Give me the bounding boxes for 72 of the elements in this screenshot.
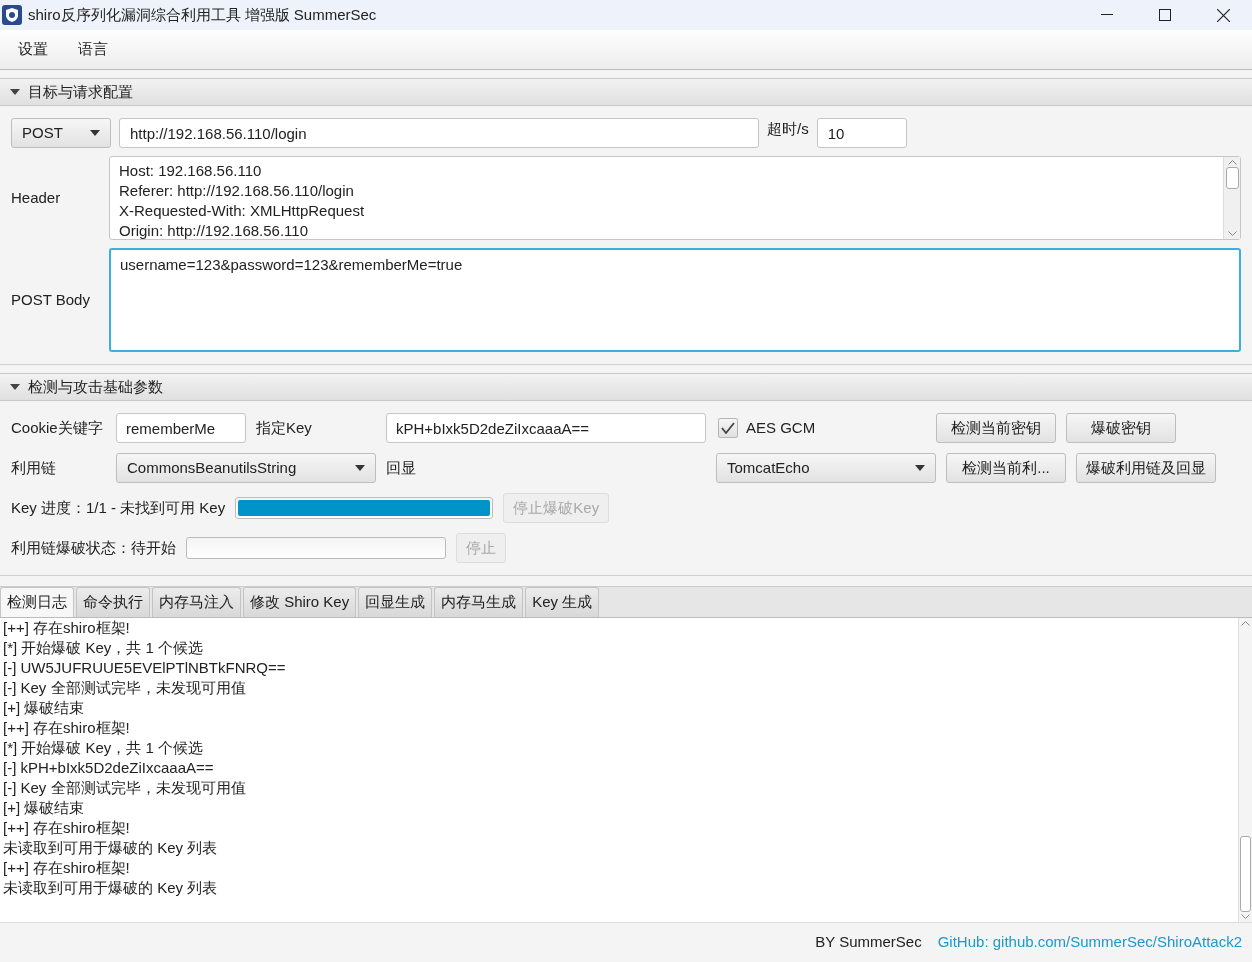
- caret-icon: [90, 130, 100, 136]
- scrollbar-thumb[interactable]: [1225, 167, 1239, 189]
- minimize-icon: [1101, 14, 1113, 16]
- tab[interactable]: 修改 Shiro Key: [243, 587, 357, 617]
- dropdown[interactable]: TomcatEcho: [716, 453, 936, 483]
- caret-icon: [915, 465, 925, 471]
- tab[interactable]: 内存马注入: [152, 587, 241, 617]
- cookie-field[interactable]: rememberMe: [116, 413, 246, 443]
- key-field[interactable]: kPH+bIxk5D2deZiIxcaaaA==: [386, 413, 706, 443]
- header-line: Origin: http://192.168.56.110: [119, 221, 310, 239]
- tab[interactable]: 回显生成: [358, 587, 433, 617]
- log-line: [-] Key 全部测试完毕，未发现可用值: [3, 678, 247, 698]
- author-text: BY SummerSec: [815, 932, 922, 953]
- log-line: [-] Key 全部测试完毕，未发现可用值: [3, 778, 247, 798]
- log-line: 未读取到可用于爆破的 Key 列表: [3, 838, 219, 858]
- header-label: Header: [11, 187, 62, 208]
- scroll-down-icon[interactable]: [1227, 231, 1237, 237]
- menu-item[interactable]: 语言: [70, 38, 116, 61]
- post-body-label: POST Body: [11, 289, 91, 310]
- log-line: [+] 爆破结束: [3, 798, 86, 818]
- dropdown[interactable]: CommonsBeanutilsString: [116, 453, 376, 483]
- scrollbar[interactable]: [1223, 157, 1240, 239]
- header-line: X-Requested-With: XMLHttpRequest: [119, 201, 366, 221]
- log-line: [++] 存在shiro框架!: [3, 858, 131, 878]
- action-button[interactable]: 爆破利用链及回显: [1076, 453, 1216, 483]
- log-line: [+] 爆破结束: [3, 698, 86, 718]
- scrollbar-thumb[interactable]: [1240, 836, 1251, 912]
- section-header[interactable]: 目标与请求配置: [0, 78, 1252, 106]
- menu-item[interactable]: 设置: [10, 38, 56, 61]
- log-line: [*] 开始爆破 Key，共 1 个候选: [3, 738, 205, 758]
- checkbox[interactable]: [718, 418, 738, 438]
- header-line: Host: 192.168.56.110: [119, 161, 263, 181]
- scroll-up-icon[interactable]: [1241, 620, 1250, 626]
- header-text-area[interactable]: Host: 192.168.56.110 Referer: http://192.168.56.110/login X-Requested-With: XMLHttpRequest Origin: http://192.168.56.110: [109, 156, 1241, 240]
- tab[interactable]: Key 生成: [525, 587, 600, 617]
- timeout-label: 超时/s: [767, 118, 809, 139]
- progress-label: Key 进度：1/1 - 未找到可用 Key: [11, 497, 226, 518]
- timeout-field[interactable]: 10: [816, 118, 907, 148]
- dropdown[interactable]: POST: [11, 118, 111, 148]
- action-button[interactable]: 检测当前利...: [946, 453, 1066, 483]
- log-line: [*] 开始爆破 Key，共 1 个候选: [3, 638, 205, 658]
- key-label: 指定Key: [256, 417, 313, 438]
- checkbox-label: AES GCM: [746, 417, 816, 438]
- log-line: [++] 存在shiro框架!: [3, 618, 131, 638]
- action-button[interactable]: 爆破密钥: [1066, 413, 1176, 443]
- disclosure-icon: [10, 382, 20, 392]
- header-line: Referer: http://192.168.56.110/login: [119, 181, 355, 201]
- close-icon: [1216, 8, 1230, 22]
- disclosure-icon: [10, 87, 20, 97]
- log-line: [-] kPH+bIxk5D2deZiIxcaaaA==: [3, 758, 215, 778]
- post-body-field[interactable]: username=123&password=123&rememberMe=true: [109, 248, 1241, 352]
- section-header[interactable]: 检测与攻击基础参数: [0, 373, 1252, 401]
- scroll-up-icon[interactable]: [1227, 159, 1237, 165]
- scroll-down-icon[interactable]: [1241, 914, 1250, 920]
- log-line: [++] 存在shiro框架!: [3, 718, 131, 738]
- progress-label: 利用链爆破状态：待开始: [11, 537, 176, 558]
- chain-label: 利用链: [11, 457, 57, 478]
- tab[interactable]: 检测日志: [0, 587, 74, 617]
- tab[interactable]: 内存马生成: [434, 587, 524, 617]
- url-field[interactable]: http://192.168.56.110/login: [119, 118, 759, 148]
- tab[interactable]: 命令执行: [76, 587, 150, 617]
- action-button[interactable]: 检测当前密钥: [936, 413, 1056, 443]
- window-title: shiro反序列化漏洞综合利用工具 增强版 SummerSec: [28, 4, 377, 25]
- caret-icon: [355, 465, 365, 471]
- cookie-label: Cookie关键字: [11, 417, 104, 438]
- shield-icon: [2, 5, 22, 25]
- log-line: [++] 存在shiro框架!: [3, 818, 131, 838]
- log-line: [-] UW5JUFRUUE5EVElPTlNBTkFNRQ==: [3, 658, 287, 678]
- log-line: 未读取到可用于爆破的 Key 列表: [3, 878, 219, 898]
- maximize-icon: [1159, 9, 1171, 21]
- echo-label: 回显: [386, 457, 417, 478]
- scrollbar[interactable]: [1238, 618, 1252, 922]
